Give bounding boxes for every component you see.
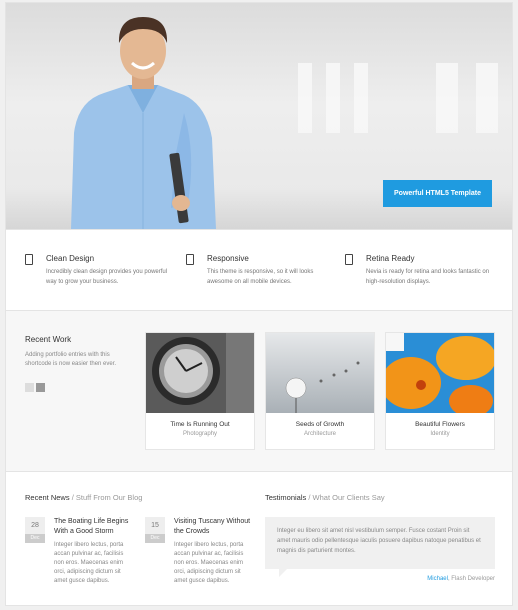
hero-cta-button[interactable]: Powerful HTML5 Template	[383, 180, 492, 207]
author-name[interactable]: Michael	[427, 576, 448, 582]
phone-icon	[186, 254, 194, 265]
author-role: , Flash Developer	[447, 576, 495, 582]
feature-title: Retina Ready	[366, 254, 415, 263]
post-day: 28	[25, 517, 45, 534]
post-date: 15 Dec	[145, 517, 165, 543]
feature-text: Nevia is ready for retina and looks fant…	[366, 269, 490, 285]
feature-text: This theme is responsive, so it will loo…	[207, 269, 314, 285]
hero-man-image	[71, 17, 216, 229]
feature-text: Incredibly clean design provides you pow…	[46, 269, 168, 285]
portfolio-category: Architecture	[303, 431, 336, 437]
recent-work-title: Recent Work	[25, 335, 72, 344]
portfolio-title: Seeds of Growth	[295, 421, 345, 428]
blog-post[interactable]: 15 Dec Visiting Tuscany Without the Crow…	[145, 517, 255, 586]
feature-clean-design: Clean Design Incredibly clean design pro…	[25, 254, 170, 287]
recent-news-heading: Recent News / Stuff From Our Blog	[25, 493, 142, 502]
feature-title: Clean Design	[46, 254, 95, 263]
testimonial-author: Michael, Flash Developer	[265, 576, 495, 582]
testimonial-quote: Integer eu libero sit amet nisl vestibul…	[265, 517, 495, 577]
recent-work-section: Recent Work Adding portfolio entries wit…	[6, 311, 512, 472]
features-section: Clean Design Incredibly clean design pro…	[6, 229, 512, 311]
testimonials-subtitle: / What Our Clients Say	[306, 493, 385, 502]
post-title[interactable]: The Boating Life Begins With a Good Stor…	[54, 517, 135, 537]
portfolio-category: Photography	[182, 431, 218, 437]
post-excerpt: Integer libero lectus, porta accan pulvi…	[54, 542, 124, 584]
portfolio-title: Time Is Running Out	[170, 421, 230, 428]
bottom-section: Recent News / Stuff From Our Blog 28 Dec…	[6, 472, 512, 605]
post-day: 15	[145, 517, 165, 534]
dandelion-image	[266, 333, 374, 413]
carousel-prev-button[interactable]	[25, 383, 34, 392]
post-month: Dec	[145, 534, 165, 543]
testimonials-heading: Testimonials / What Our Clients Say	[265, 493, 385, 502]
page: Powerful HTML5 Template Clean Design Inc…	[5, 2, 513, 606]
flowers-image	[386, 333, 494, 413]
recent-work-description: Adding portfolio entries with this short…	[25, 352, 117, 367]
feature-retina-ready: Retina Ready Nevia is ready for retina a…	[345, 254, 490, 287]
post-date: 28 Dec	[25, 517, 45, 543]
post-title[interactable]: Visiting Tuscany Without the Crowds	[174, 517, 255, 537]
testimonial-text: Integer eu libero sit amet nisl vestibul…	[277, 528, 481, 554]
blog-post[interactable]: 28 Dec The Boating Life Begins With a Go…	[25, 517, 135, 586]
recent-news-title: Recent News	[25, 493, 70, 502]
testimonials-title: Testimonials	[265, 493, 307, 502]
post-excerpt: Integer libero lectus, porta accan pulvi…	[174, 542, 244, 584]
portfolio-category: Identity	[430, 431, 450, 437]
feature-title: Responsive	[207, 254, 249, 263]
portfolio-card[interactable]: Beautiful Flowers Identity	[385, 332, 495, 450]
carousel-controls	[25, 379, 47, 397]
hero-banner: Powerful HTML5 Template	[6, 3, 512, 229]
feature-responsive: Responsive This theme is responsive, so …	[186, 254, 331, 287]
portfolio-card[interactable]: Seeds of Growth Architecture	[265, 332, 375, 450]
post-month: Dec	[25, 534, 45, 543]
phone-icon	[25, 254, 33, 265]
portfolio-card[interactable]: Time Is Running Out Photography	[145, 332, 255, 450]
carousel-next-button[interactable]	[36, 383, 45, 392]
portfolio-title: Beautiful Flowers	[415, 421, 465, 428]
clock-image	[146, 333, 254, 413]
phone-icon	[345, 254, 353, 265]
recent-news-subtitle: / Stuff From Our Blog	[69, 493, 143, 502]
